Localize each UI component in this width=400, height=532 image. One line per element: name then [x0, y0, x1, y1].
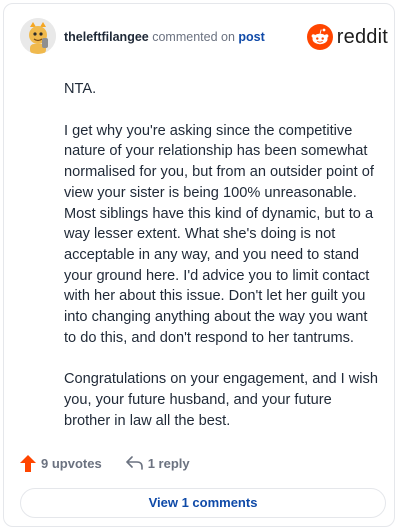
comment-paragraph: NTA. [64, 81, 97, 97]
view-comments-button[interactable]: View 1 comments [20, 488, 386, 518]
meta-action-text: commented on [152, 30, 235, 44]
author-username[interactable]: theleftfilangee [64, 30, 149, 44]
reddit-alien-icon [306, 24, 333, 50]
comment-card: theleftfilangee commented on post reddit… [3, 3, 395, 527]
comment-header: theleftfilangee commented on post reddit [20, 18, 388, 58]
reply-count: 1 reply [147, 455, 190, 471]
reddit-logo[interactable]: reddit [306, 24, 388, 50]
comment-paragraph: Congratulations on your engagement, and … [64, 371, 378, 429]
user-avatar[interactable] [20, 18, 56, 54]
comment-meta: theleftfilangee commented on post [64, 30, 265, 44]
avatar-image [20, 18, 56, 54]
upvote-count: 9 upvotes [41, 455, 102, 471]
comment-paragraph: I get why you're asking since the compet… [64, 122, 374, 346]
upvote-button[interactable]: 9 upvotes [20, 454, 102, 472]
post-link[interactable]: post [238, 30, 264, 44]
upvote-arrow-icon [20, 454, 36, 472]
comment-actions: 9 upvotes 1 reply [20, 452, 214, 474]
comment-body: NTA. I get why you're asking since the c… [64, 79, 378, 453]
reddit-wordmark: reddit [336, 25, 388, 48]
reply-button[interactable]: 1 reply [125, 455, 190, 471]
reply-arrow-icon [125, 456, 143, 470]
